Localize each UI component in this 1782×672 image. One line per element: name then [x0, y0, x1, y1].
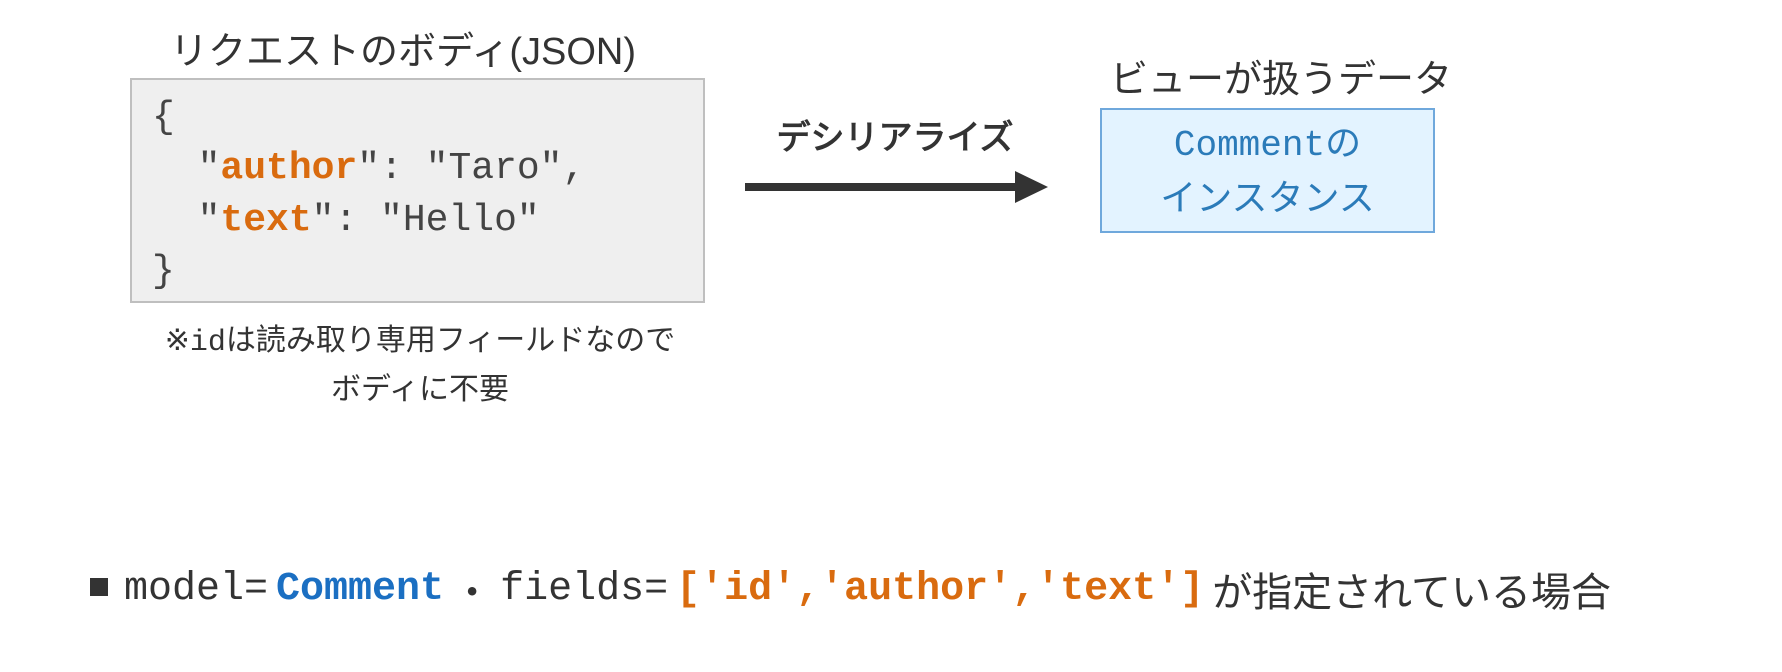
deserialize-arrow-group: デシリアライズ	[740, 110, 1050, 207]
fields-val: ['id','author','text']	[676, 567, 1204, 612]
instance-line-1: Commentの	[1174, 117, 1361, 172]
code-l1-post: ": "Taro",	[357, 147, 585, 190]
code-l2-pre: "	[152, 199, 220, 242]
bottom-trail: が指定されている場合	[1212, 560, 1611, 618]
note-prefix: ※	[165, 324, 190, 357]
code-key-author: author	[220, 147, 357, 190]
arrow-icon	[740, 167, 1050, 207]
bullet-icon	[90, 578, 108, 596]
model-eq: model=	[124, 567, 268, 612]
instance-no: の	[1325, 122, 1361, 163]
json-code-box: { "author": "Taro", "text": "Hello" }	[130, 78, 705, 303]
view-data-title: ビューが扱うデータ	[1110, 48, 1452, 103]
code-line-open: {	[152, 92, 683, 143]
code-key-text: text	[220, 199, 311, 242]
note-line-1: ※idは読み取り専用フィールドなので	[140, 318, 700, 367]
note-line-2: ボディに不要	[140, 367, 700, 414]
note-rest: は読み取り専用フィールドなので	[226, 324, 675, 357]
comment-instance-box: Commentの インスタンス	[1100, 108, 1435, 233]
code-line-2: "text": "Hello"	[152, 195, 683, 246]
model-val: Comment	[276, 567, 444, 612]
deserialize-label: デシリアライズ	[740, 110, 1050, 159]
bottom-model-fields-row: model=Comment・fields=['id','author','tex…	[90, 560, 1611, 618]
code-line-close: }	[152, 246, 683, 297]
instance-line-2: インスタンス	[1160, 172, 1375, 224]
code-l1-pre: "	[152, 147, 220, 190]
code-line-1: "author": "Taro",	[152, 143, 683, 194]
request-body-title: リクエストのボディ(JSON)	[170, 20, 636, 75]
id-readonly-note: ※idは読み取り専用フィールドなので ボディに不要	[140, 318, 700, 413]
instance-comment-word: Comment	[1174, 125, 1325, 166]
dot-sep: ・	[452, 560, 492, 618]
view-data-title-text: ビューが扱うデータ	[1110, 59, 1452, 101]
request-body-title-text: リクエストのボディ(JSON)	[170, 31, 636, 73]
fields-eq: fields=	[500, 567, 668, 612]
note-id: id	[190, 326, 226, 360]
code-l2-post: ": "Hello"	[312, 199, 540, 242]
